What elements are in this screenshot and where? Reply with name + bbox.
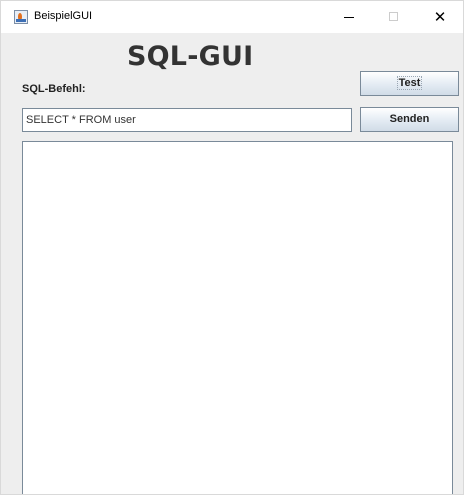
app-window: BeispielGUI ✕ SQL-GUI SQL-Befehl: Test S… (0, 0, 464, 495)
window-title: BeispielGUI (34, 10, 93, 22)
maximize-button[interactable] (371, 1, 417, 33)
sql-command-label: SQL-Befehl: (22, 83, 86, 95)
close-icon: ✕ (433, 8, 447, 26)
result-text-area[interactable] (22, 141, 453, 494)
page-title: SQL-GUI (127, 41, 254, 72)
test-button-label: Test (396, 76, 423, 90)
test-button[interactable]: Test (360, 71, 459, 96)
minimize-icon (344, 17, 354, 18)
title-bar[interactable]: BeispielGUI ✕ (1, 1, 463, 33)
java-coffee-icon (14, 10, 28, 24)
maximize-icon (389, 12, 398, 21)
send-button[interactable]: Senden (360, 107, 459, 132)
close-button[interactable]: ✕ (417, 1, 463, 33)
sql-query-input[interactable] (22, 108, 352, 132)
minimize-button[interactable] (325, 1, 371, 33)
